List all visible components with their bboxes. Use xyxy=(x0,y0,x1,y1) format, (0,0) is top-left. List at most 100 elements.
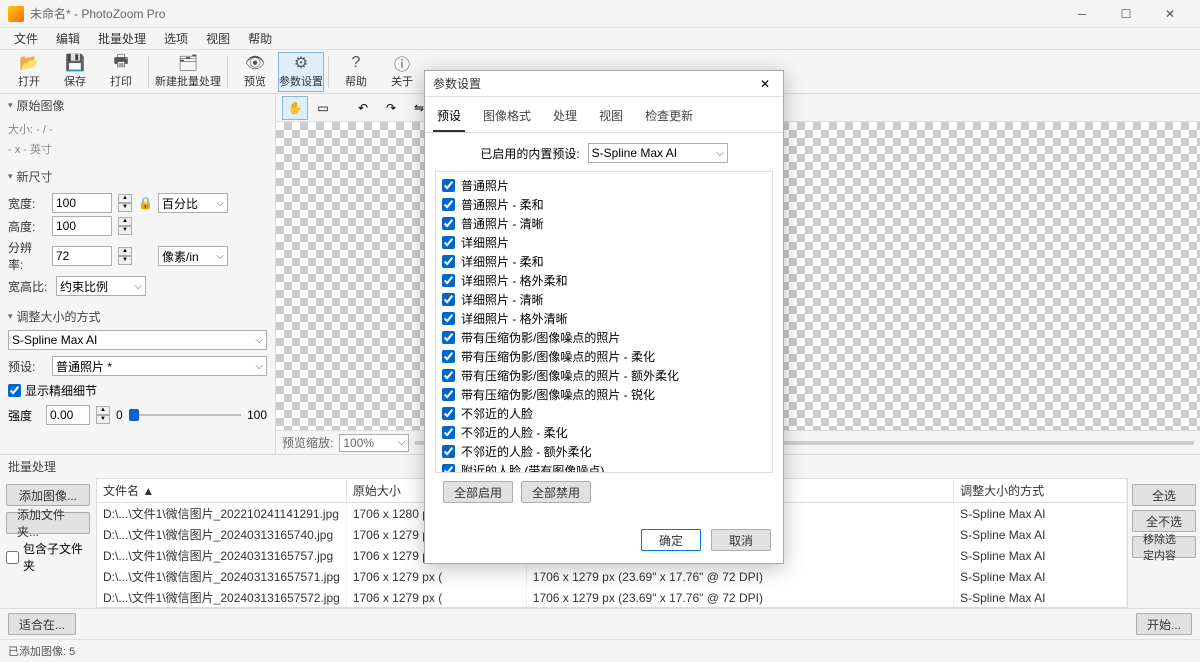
dialog-close-button[interactable]: ✕ xyxy=(755,74,775,94)
menu-file[interactable]: 文件 xyxy=(6,28,46,49)
hand-tool[interactable]: ✋ xyxy=(282,96,308,120)
open-button[interactable]: 📂打开 xyxy=(6,52,52,92)
height-spinner[interactable]: ▲▼ xyxy=(118,217,132,235)
preset-item[interactable]: 不邻近的人脸 - 额外柔化 xyxy=(440,442,768,461)
print-button[interactable]: 🖶打印 xyxy=(98,52,144,92)
preview-button[interactable]: 👁预览 xyxy=(232,52,278,92)
preset-checkbox[interactable] xyxy=(442,388,455,401)
folder-open-icon: 📂 xyxy=(20,54,38,72)
panel-resize-method[interactable]: 调整大小的方式 xyxy=(0,305,275,328)
select-none-button[interactable]: 全不选 xyxy=(1132,510,1196,532)
select-all-button[interactable]: 全选 xyxy=(1132,484,1196,506)
canvas-right[interactable] xyxy=(741,122,1200,430)
save-button[interactable]: 💾保存 xyxy=(52,52,98,92)
preset-checkbox[interactable] xyxy=(442,426,455,439)
width-input[interactable] xyxy=(52,193,112,213)
preset-checkbox[interactable] xyxy=(442,274,455,287)
preset-item[interactable]: 普通照片 xyxy=(440,176,768,195)
preset-checkbox[interactable] xyxy=(442,255,455,268)
zoom-combo[interactable]: 100% xyxy=(339,434,409,452)
tab-presets[interactable]: 预设 xyxy=(433,103,465,132)
res-input[interactable] xyxy=(52,246,112,266)
fit-button[interactable]: 适合在... xyxy=(8,613,76,635)
tab-processing[interactable]: 处理 xyxy=(549,103,581,132)
res-spinner[interactable]: ▲▼ xyxy=(118,247,132,265)
preset-item[interactable]: 详细照片 - 格外柔和 xyxy=(440,271,768,290)
help-button[interactable]: ?帮助 xyxy=(333,52,379,92)
preset-checkbox[interactable] xyxy=(442,331,455,344)
preset-item[interactable]: 带有压缩伪影/图像噪点的照片 - 锐化 xyxy=(440,385,768,404)
menu-edit[interactable]: 编辑 xyxy=(48,28,88,49)
menu-batch[interactable]: 批量处理 xyxy=(90,28,154,49)
preset-checkbox[interactable] xyxy=(442,445,455,458)
preset-combo[interactable]: 普通照片 * xyxy=(52,356,267,376)
ok-button[interactable]: 确定 xyxy=(641,529,701,551)
preset-checkbox[interactable] xyxy=(442,350,455,363)
col-filename[interactable]: 文件名 ▲ xyxy=(97,479,346,503)
preset-item[interactable]: 带有压缩伪影/图像噪点的照片 - 额外柔化 xyxy=(440,366,768,385)
tab-view[interactable]: 视图 xyxy=(595,103,627,132)
new-batch-button[interactable]: 🗂新建批量处理 xyxy=(153,52,223,92)
panel-original-image[interactable]: 原始图像 xyxy=(0,94,275,117)
preset-item[interactable]: 普通照片 - 清晰 xyxy=(440,214,768,233)
rotate-right-tool[interactable]: ↷ xyxy=(378,96,404,120)
preset-item[interactable]: 详细照片 - 清晰 xyxy=(440,290,768,309)
preset-checkbox[interactable] xyxy=(442,236,455,249)
preset-checkbox[interactable] xyxy=(442,464,455,473)
panel-new-size[interactable]: 新尺寸 xyxy=(0,165,275,188)
table-row[interactable]: D:\...\文件1\微信图片_20240313165757​1.jpg1706… xyxy=(97,566,1127,587)
strength-input[interactable] xyxy=(46,405,90,425)
maximize-button[interactable]: ☐ xyxy=(1104,0,1148,28)
sliders-icon: ⚙ xyxy=(292,54,310,72)
enabled-preset-combo[interactable]: S-Spline Max AI xyxy=(588,143,728,163)
enable-all-button[interactable]: 全部启用 xyxy=(443,481,513,503)
menu-view[interactable]: 视图 xyxy=(198,28,238,49)
strength-spinner[interactable]: ▲▼ xyxy=(96,406,110,424)
add-folder-button[interactable]: 添加文件夹... xyxy=(6,512,90,534)
width-spinner[interactable]: ▲▼ xyxy=(118,194,132,212)
preset-item[interactable]: 带有压缩伪影/图像噪点的照片 - 柔化 xyxy=(440,347,768,366)
preset-checkbox[interactable] xyxy=(442,293,455,306)
preset-item[interactable]: 不邻近的人脸 - 柔化 xyxy=(440,423,768,442)
col-method[interactable]: 调整大小的方式 xyxy=(954,479,1127,503)
menu-help[interactable]: 帮助 xyxy=(240,28,280,49)
start-button[interactable]: 开始... xyxy=(1136,613,1192,635)
preset-checkbox[interactable] xyxy=(442,312,455,325)
lock-icon[interactable]: 🔒 xyxy=(138,196,152,210)
preset-checkbox[interactable] xyxy=(442,407,455,420)
show-detail-checkbox[interactable] xyxy=(8,384,21,397)
tab-image-format[interactable]: 图像格式 xyxy=(479,103,535,132)
remove-selected-button[interactable]: 移除选定内容 xyxy=(1132,536,1196,558)
preset-checkbox[interactable] xyxy=(442,179,455,192)
about-button[interactable]: ⓘ关于 xyxy=(379,52,425,92)
menu-options[interactable]: 选项 xyxy=(156,28,196,49)
preset-item[interactable]: 详细照片 - 格外清晰 xyxy=(440,309,768,328)
preset-checkbox[interactable] xyxy=(442,369,455,382)
preset-checkbox[interactable] xyxy=(442,198,455,211)
disable-all-button[interactable]: 全部禁用 xyxy=(521,481,591,503)
rotate-left-tool[interactable]: ↶ xyxy=(350,96,376,120)
strength-slider[interactable] xyxy=(129,405,241,425)
ratio-combo[interactable]: 约束比例 xyxy=(56,276,146,296)
method-combo[interactable]: S-Spline Max AI xyxy=(8,330,267,350)
preset-item[interactable]: 详细照片 xyxy=(440,233,768,252)
preset-item[interactable]: 带有压缩伪影/图像噪点的照片 xyxy=(440,328,768,347)
preset-item[interactable]: 详细照片 - 柔和 xyxy=(440,252,768,271)
preset-checkbox[interactable] xyxy=(442,217,455,230)
preset-item[interactable]: 普通照片 - 柔和 xyxy=(440,195,768,214)
close-button[interactable]: ✕ xyxy=(1148,0,1192,28)
res-unit-combo[interactable]: 像素/in xyxy=(158,246,228,266)
unit-combo[interactable]: 百分比 xyxy=(158,193,228,213)
preset-list[interactable]: 普通照片普通照片 - 柔和普通照片 - 清晰详细照片详细照片 - 柔和详细照片 … xyxy=(435,171,773,473)
add-image-button[interactable]: 添加图像... xyxy=(6,484,90,506)
minimize-button[interactable]: ─ xyxy=(1060,0,1104,28)
params-button[interactable]: ⚙参数设置 xyxy=(278,52,324,92)
preset-item[interactable]: 不邻近的人脸 xyxy=(440,404,768,423)
preset-item[interactable]: 附近的人脸 (带有图像噪点) xyxy=(440,461,768,473)
cancel-button[interactable]: 取消 xyxy=(711,529,771,551)
marquee-tool[interactable]: ▭ xyxy=(310,96,336,120)
tab-check-update[interactable]: 检查更新 xyxy=(641,103,697,132)
include-sub-checkbox[interactable] xyxy=(6,551,19,564)
table-row[interactable]: D:\...\文件1\微信图片_20240313165757​2.jpg1706… xyxy=(97,587,1127,608)
height-input[interactable] xyxy=(52,216,112,236)
